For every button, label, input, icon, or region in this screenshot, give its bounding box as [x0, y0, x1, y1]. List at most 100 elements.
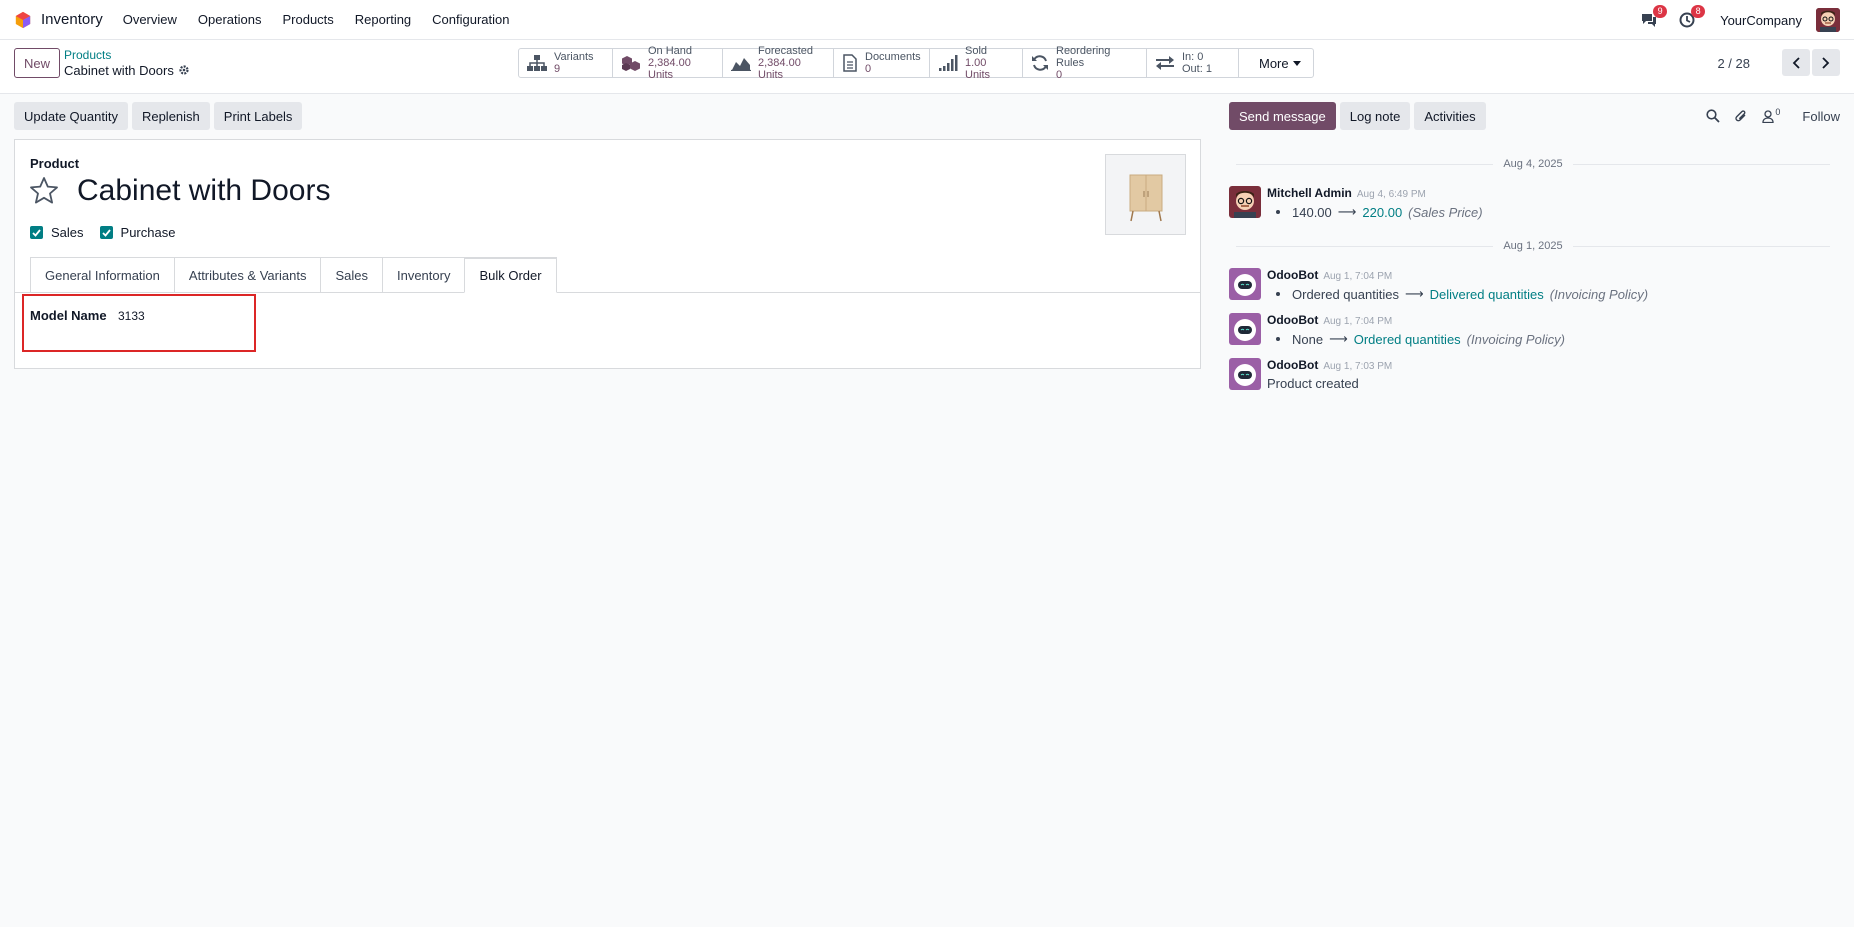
- more-dropdown[interactable]: More: [1239, 49, 1313, 77]
- stat-documents[interactable]: Documents 0: [834, 49, 930, 77]
- new-button[interactable]: New: [14, 48, 60, 78]
- menu-operations[interactable]: Operations: [198, 12, 262, 27]
- print-labels-button[interactable]: Print Labels: [213, 102, 303, 130]
- message-body: Product created: [1267, 376, 1359, 391]
- app-name[interactable]: Inventory: [41, 11, 103, 28]
- chatter-actions: Send message Log note Activities: [1229, 102, 1490, 130]
- message-date: Aug 1, 7:03 PM: [1323, 361, 1393, 372]
- menu-reporting[interactable]: Reporting: [355, 12, 411, 27]
- tab-general-information[interactable]: General Information: [30, 257, 174, 293]
- product-name[interactable]: Cabinet with Doors: [77, 174, 330, 208]
- mitchell-admin-avatar[interactable]: [1229, 186, 1261, 218]
- message-date: Aug 1, 7:04 PM: [1323, 271, 1393, 282]
- stat-forecasted[interactable]: Forecasted 2,384.00 Units: [723, 45, 834, 81]
- product-image[interactable]: [1105, 154, 1186, 235]
- replenish-button[interactable]: Replenish: [131, 102, 210, 130]
- activities-button[interactable]: Activities: [1414, 102, 1486, 130]
- pager-previous-button[interactable]: [1782, 49, 1810, 76]
- search-messages-button[interactable]: [1706, 109, 1721, 123]
- arrow-right-icon: ⟶: [1404, 286, 1424, 301]
- caret-down-icon: [1292, 60, 1301, 66]
- tracked-field: (Invoicing Policy): [1466, 331, 1565, 347]
- message-author[interactable]: OdooBot: [1267, 268, 1318, 282]
- notebook-tabs: General Information Attributes & Variant…: [30, 257, 557, 293]
- search-icon: [1706, 109, 1721, 123]
- message-date: Aug 1, 7:04 PM: [1323, 316, 1393, 327]
- messaging-menu[interactable]: 9: [1638, 5, 1668, 31]
- user-avatar[interactable]: [1816, 8, 1840, 32]
- arrow-right-icon: ⟶: [1337, 204, 1357, 219]
- company-switcher[interactable]: YourCompany: [1720, 13, 1802, 28]
- paperclip-icon: [1735, 109, 1746, 121]
- follow-button[interactable]: Follow: [1802, 109, 1840, 124]
- star-icon[interactable]: [29, 176, 59, 206]
- tab-divider: [15, 292, 1200, 293]
- message-author[interactable]: Mitchell Admin: [1267, 186, 1352, 200]
- odoobot-avatar[interactable]: [1229, 358, 1261, 390]
- chevron-right-icon: [1822, 56, 1830, 69]
- stat-forecasted-value: 2,384.00 Units: [758, 57, 801, 81]
- product-options: Sales Purchase: [30, 225, 191, 240]
- check-icon: [101, 228, 111, 237]
- top-navbar: Inventory Overview Operations Products R…: [0, 0, 1854, 40]
- date-separator: Aug 1, 2025: [1236, 239, 1830, 253]
- highlight-box: [22, 294, 256, 352]
- stat-out: Out: 1: [1182, 63, 1212, 75]
- cubes-icon: [622, 56, 640, 71]
- stat-on-hand-label: On Hand: [648, 45, 693, 57]
- log-note-button[interactable]: Log note: [1339, 102, 1411, 130]
- stat-reordering-label: Reordering Rules: [1056, 45, 1111, 69]
- message-author[interactable]: OdooBot: [1267, 358, 1318, 372]
- message-author[interactable]: OdooBot: [1267, 313, 1318, 327]
- tab-bulk-order[interactable]: Bulk Order: [464, 257, 557, 293]
- purchase-checkbox[interactable]: [99, 226, 113, 239]
- odoobot-avatar[interactable]: [1229, 313, 1261, 345]
- menu-products[interactable]: Products: [282, 12, 333, 27]
- tab-inventory[interactable]: Inventory: [381, 257, 465, 293]
- model-name-label: Model Name: [30, 308, 107, 323]
- sitemap-icon: [527, 55, 547, 71]
- stat-sold[interactable]: Sold 1.00 Units: [930, 45, 1023, 81]
- tracked-field: (Sales Price): [1408, 204, 1483, 220]
- old-value: Ordered quantities: [1292, 286, 1399, 302]
- update-quantity-button[interactable]: Update Quantity: [14, 102, 128, 130]
- stat-reordering-value: 0: [1056, 69, 1063, 81]
- tab-attributes-variants[interactable]: Attributes & Variants: [173, 257, 321, 293]
- robot-icon: [1229, 268, 1261, 300]
- odoobot-avatar[interactable]: [1229, 268, 1261, 300]
- followers-count: 0: [1775, 107, 1781, 117]
- menu-configuration[interactable]: Configuration: [432, 12, 509, 27]
- pager-value[interactable]: 2 / 28: [1717, 56, 1750, 71]
- stat-reordering-rules[interactable]: Reordering Rules 0: [1023, 45, 1147, 81]
- followers-button[interactable]: 0: [1762, 107, 1781, 123]
- tab-sales[interactable]: Sales: [320, 257, 382, 293]
- gear-icon[interactable]: [178, 64, 190, 76]
- activities-menu[interactable]: 8: [1676, 5, 1706, 31]
- stat-in: In: 0: [1182, 51, 1204, 63]
- arrow-right-icon: ⟶: [1329, 331, 1348, 346]
- date-separator-label: Aug 1, 2025: [1503, 240, 1563, 252]
- new-value: Delivered quantities: [1429, 286, 1544, 302]
- sales-checkbox[interactable]: [30, 226, 43, 239]
- send-message-button[interactable]: Send message: [1229, 102, 1336, 130]
- model-name-field[interactable]: 3133: [118, 309, 145, 323]
- area-chart-icon: [731, 58, 751, 71]
- inventory-app-icon[interactable]: [14, 11, 32, 29]
- pager-next-button[interactable]: [1812, 49, 1840, 76]
- stat-in-out[interactable]: In: 0 Out: 1: [1147, 49, 1239, 77]
- chevron-left-icon: [1792, 56, 1800, 69]
- stat-forecasted-label: Forecasted: [758, 45, 814, 57]
- menu-overview[interactable]: Overview: [123, 12, 177, 27]
- user-icon: [1762, 109, 1775, 123]
- stat-on-hand[interactable]: On Hand 2,384.00 Units: [613, 45, 723, 81]
- systray: 9 8 YourCompany: [1638, 0, 1840, 40]
- cabinet-image: [1129, 174, 1162, 221]
- robot-icon: [1229, 358, 1261, 390]
- avatar-icon: [1229, 186, 1261, 218]
- stat-documents-label: Documents: [865, 51, 921, 63]
- breadcrumb-products[interactable]: Products: [64, 48, 111, 62]
- stat-variants[interactable]: Variants 9: [519, 49, 613, 77]
- tracked-field: (Invoicing Policy): [1549, 286, 1649, 302]
- check-icon: [32, 228, 41, 237]
- attachments-button[interactable]: [1734, 109, 1748, 124]
